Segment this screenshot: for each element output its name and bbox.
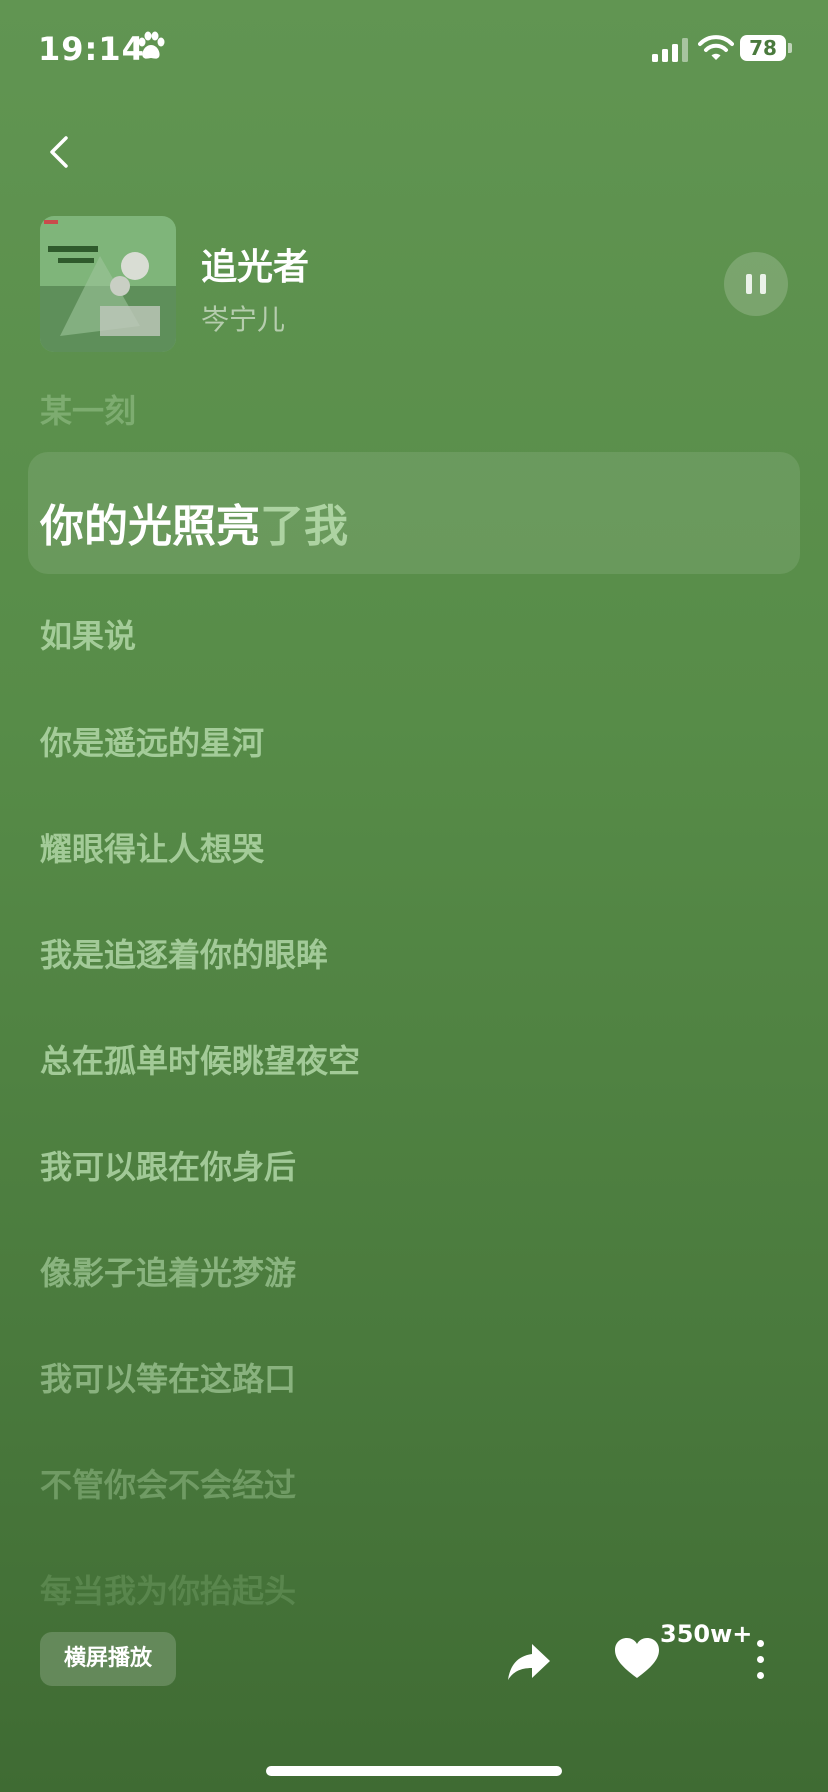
heart-icon[interactable] [612, 1634, 662, 1684]
cellular-signal-icon [652, 38, 688, 62]
lyric-line[interactable]: 耀眼得让人想哭 [40, 824, 264, 870]
like-count: 350w+ [660, 1620, 753, 1648]
lyric-line[interactable]: 我可以跟在你身后 [40, 1142, 296, 1188]
lyric-sung-part: 你的光照亮 [40, 501, 260, 552]
status-time: 19:14 [38, 30, 145, 68]
more-options-button[interactable] [748, 1636, 772, 1684]
lyric-line[interactable]: 不管你会不会经过 [40, 1460, 296, 1506]
lyric-line[interactable]: 像影子追着光梦游 [40, 1248, 296, 1294]
battery-icon: 78 [740, 35, 792, 63]
lyric-line-current[interactable]: 你的光照亮了我 [40, 490, 348, 554]
wifi-icon [698, 35, 734, 60]
lyric-line[interactable]: 如果说 [40, 611, 136, 657]
song-artist[interactable]: 岑宁儿 [201, 298, 285, 338]
lyric-line[interactable]: 你是遥远的星河 [40, 718, 264, 764]
battery-level: 78 [740, 35, 786, 61]
song-title: 追光者 [201, 247, 310, 288]
album-cover-image [40, 216, 176, 352]
back-chevron-icon[interactable] [40, 128, 80, 176]
lyric-line[interactable]: 总在孤单时候眺望夜空 [40, 1036, 360, 1082]
paw-icon [138, 31, 165, 59]
home-indicator[interactable] [266, 1766, 562, 1776]
landscape-play-button[interactable]: 横屏播放 [40, 1632, 176, 1686]
lyric-line-previous[interactable]: 某一刻 [40, 386, 136, 432]
lyric-line[interactable]: 我可以等在这路口 [40, 1354, 296, 1400]
lyric-unsung-part: 了我 [260, 501, 348, 552]
pause-icon [746, 274, 752, 294]
pause-button[interactable] [724, 252, 788, 316]
lyric-line[interactable]: 每当我为你抬起头 [40, 1566, 296, 1612]
share-arrow-icon[interactable] [504, 1636, 554, 1686]
lyric-line[interactable]: 我是追逐着你的眼眸 [40, 930, 328, 976]
status-bar: 19:14 78 [0, 0, 828, 100]
